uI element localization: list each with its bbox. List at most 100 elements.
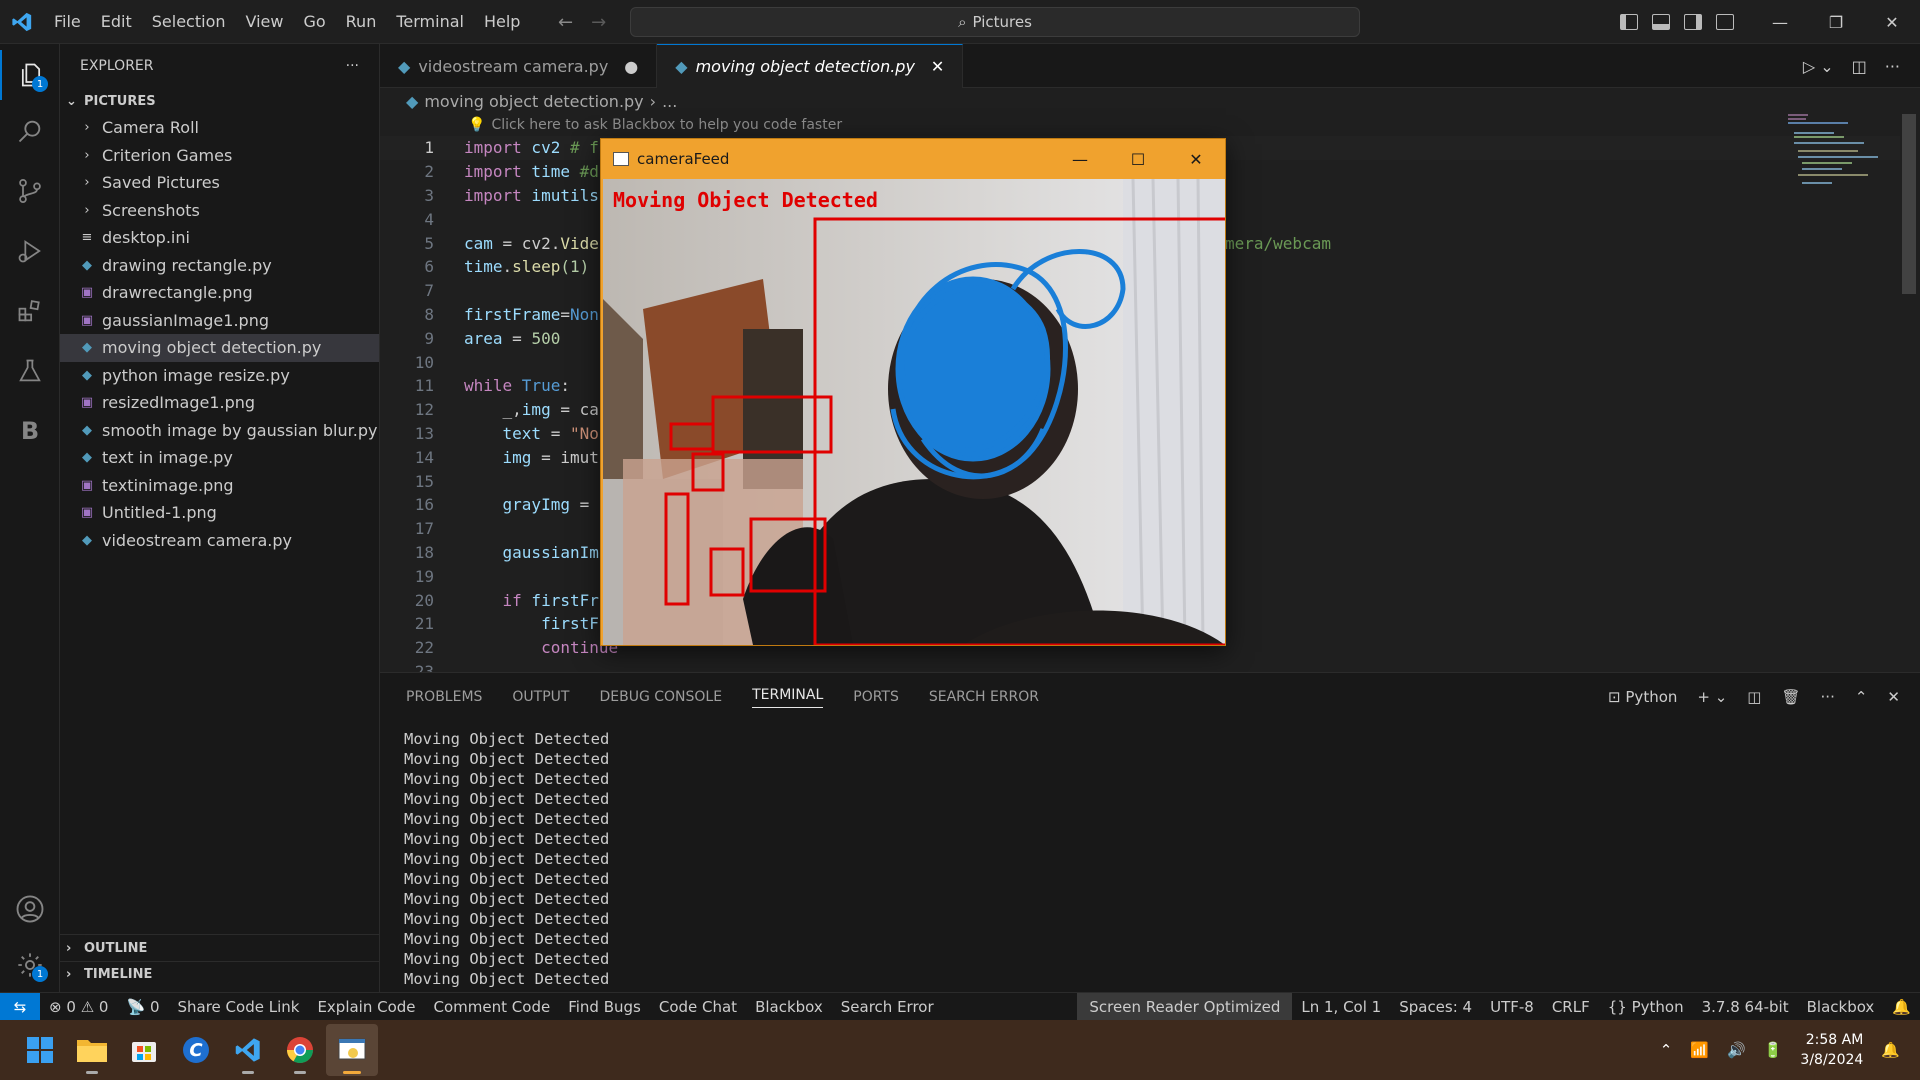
status-find-bugs[interactable]: Find Bugs bbox=[559, 998, 650, 1016]
cursor-position[interactable]: Ln 1, Col 1 bbox=[1292, 998, 1390, 1016]
wifi-icon[interactable]: 📶 bbox=[1690, 1041, 1709, 1059]
tree-file-drawrectangle-png[interactable]: ▣ drawrectangle.png bbox=[60, 279, 379, 307]
tree-folder-screenshots[interactable]: › Screenshots bbox=[60, 197, 379, 225]
split-terminal-icon[interactable]: ◫ bbox=[1747, 688, 1761, 706]
volume-icon[interactable]: 🔊 bbox=[1727, 1041, 1746, 1059]
trash-icon[interactable]: 🗑 bbox=[1781, 688, 1800, 706]
tab-terminal[interactable]: TERMINAL bbox=[752, 687, 824, 708]
camera-feed-window[interactable]: cameraFeed — ☐ ✕ Moving Object Detected bbox=[600, 138, 1226, 646]
run-debug-icon[interactable] bbox=[0, 226, 60, 276]
restore-icon[interactable]: ❐ bbox=[1808, 0, 1864, 44]
tree-folder-criterion-games[interactable]: › Criterion Games bbox=[60, 142, 379, 170]
tree-file-moving-object-detection-py[interactable]: ◆ moving object detection.py bbox=[60, 334, 379, 362]
battery-icon[interactable]: 🔋 bbox=[1764, 1041, 1783, 1059]
tab-debug-console[interactable]: DEBUG CONSOLE bbox=[599, 689, 722, 705]
breadcrumb-file[interactable]: moving object detection.py bbox=[424, 92, 643, 111]
terminal-shell-selector[interactable]: ⊡ Python bbox=[1608, 688, 1677, 706]
testing-icon[interactable] bbox=[0, 346, 60, 396]
editor-scrollbar[interactable] bbox=[1902, 114, 1916, 294]
maximize-icon[interactable]: ☐ bbox=[1109, 139, 1167, 179]
minimap[interactable] bbox=[1788, 110, 1898, 210]
tree-file-textinimage-png[interactable]: ▣ textinimage.png bbox=[60, 472, 379, 500]
explorer-icon[interactable]: 1 bbox=[0, 50, 60, 100]
tab-ports[interactable]: PORTS bbox=[853, 689, 899, 705]
python-interpreter[interactable]: 3.7.8 64-bit bbox=[1693, 998, 1798, 1016]
tree-file-drawing-rectangle-py[interactable]: ◆ drawing rectangle.py bbox=[60, 252, 379, 280]
chrome-icon[interactable] bbox=[274, 1024, 326, 1076]
windows-start-icon[interactable] bbox=[14, 1024, 66, 1076]
menu-terminal[interactable]: Terminal bbox=[386, 0, 474, 44]
file-explorer-icon[interactable] bbox=[66, 1024, 118, 1076]
menu-go[interactable]: Go bbox=[293, 0, 335, 44]
menu-view[interactable]: View bbox=[236, 0, 294, 44]
menu-run[interactable]: Run bbox=[336, 0, 387, 44]
status-code-chat[interactable]: Code Chat bbox=[650, 998, 746, 1016]
tab-search-error[interactable]: SEARCH ERROR bbox=[929, 689, 1039, 705]
menu-edit[interactable]: Edit bbox=[91, 0, 142, 44]
tree-file-text-in-image-py[interactable]: ◆ text in image.py bbox=[60, 444, 379, 472]
menu-help[interactable]: Help bbox=[474, 0, 530, 44]
tree-file-gaussianimage1-png[interactable]: ▣ gaussianImage1.png bbox=[60, 307, 379, 335]
menu-selection[interactable]: Selection bbox=[142, 0, 236, 44]
screen-reader-status[interactable]: Screen Reader Optimized bbox=[1077, 993, 1293, 1021]
tab-problems[interactable]: PROBLEMS bbox=[406, 689, 482, 705]
python-window-icon[interactable] bbox=[326, 1024, 378, 1076]
end-of-line[interactable]: CRLF bbox=[1543, 998, 1599, 1016]
status-comment-code[interactable]: Comment Code bbox=[425, 998, 560, 1016]
blackbox-hint[interactable]: 💡 Click here to ask Blackbox to help you… bbox=[468, 114, 842, 136]
ports-status[interactable]: 📡 0 bbox=[117, 998, 168, 1016]
remote-indicator-icon[interactable]: ⇆ bbox=[0, 992, 40, 1021]
tree-file-videostream-camera-py[interactable]: ◆ videostream camera.py bbox=[60, 527, 379, 555]
customize-layout-icon[interactable] bbox=[1716, 14, 1734, 30]
toggle-secondary-sidebar-icon[interactable] bbox=[1684, 14, 1702, 30]
more-editor-actions-icon[interactable]: ··· bbox=[1885, 57, 1900, 76]
status-blackbox[interactable]: Blackbox bbox=[746, 998, 832, 1016]
menu-file[interactable]: File bbox=[44, 0, 91, 44]
vscode-taskbar-icon[interactable] bbox=[222, 1024, 274, 1076]
status-explain-code[interactable]: Explain Code bbox=[308, 998, 424, 1016]
language-mode[interactable]: {} Python bbox=[1599, 998, 1693, 1016]
tree-file-smooth-image-py[interactable]: ◆ smooth image by gaussian blur.py bbox=[60, 417, 379, 445]
split-editor-icon[interactable]: ◫ bbox=[1852, 57, 1867, 76]
close-tab-icon[interactable]: ✕ bbox=[931, 57, 944, 76]
chevron-up-icon[interactable]: ⌃ bbox=[1660, 1041, 1673, 1059]
breadcrumb-rest[interactable]: ... bbox=[662, 92, 677, 111]
settings-gear-icon[interactable]: 1 bbox=[0, 940, 60, 990]
tree-file-untitled-1-png[interactable]: ▣ Untitled-1.png bbox=[60, 499, 379, 527]
cortana-c-icon[interactable]: C bbox=[170, 1024, 222, 1076]
back-arrow-icon[interactable]: ← bbox=[558, 12, 573, 33]
new-terminal-icon[interactable]: + ⌄ bbox=[1697, 688, 1727, 706]
indentation[interactable]: Spaces: 4 bbox=[1390, 998, 1481, 1016]
folder-header[interactable]: ⌄ PICTURES bbox=[60, 88, 379, 114]
modified-dot-icon[interactable]: ● bbox=[624, 57, 638, 76]
tree-file-desktop-ini[interactable]: ≡ desktop.ini bbox=[60, 224, 379, 252]
tab-moving-object-detection[interactable]: ◆ moving object detection.py ✕ bbox=[657, 44, 964, 88]
tree-file-python-image-resize-py[interactable]: ◆ python image resize.py bbox=[60, 362, 379, 390]
toggle-panel-icon[interactable] bbox=[1652, 14, 1670, 30]
more-actions-icon[interactable]: ··· bbox=[346, 58, 359, 74]
problems-status[interactable]: ⊗ 0 ⚠ 0 bbox=[40, 998, 117, 1016]
more-actions-icon[interactable]: ··· bbox=[1821, 688, 1835, 706]
terminal-output[interactable]: Moving Object Detected Moving Object Det… bbox=[404, 729, 609, 989]
source-control-icon[interactable] bbox=[0, 166, 60, 216]
toggle-sidebar-icon[interactable] bbox=[1620, 14, 1638, 30]
microsoft-store-icon[interactable] bbox=[118, 1024, 170, 1076]
tree-folder-camera-roll[interactable]: › Camera Roll bbox=[60, 114, 379, 142]
timeline-section[interactable]: › TIMELINE bbox=[60, 961, 380, 987]
encoding[interactable]: UTF-8 bbox=[1481, 998, 1543, 1016]
search-icon[interactable] bbox=[0, 106, 60, 156]
outline-section[interactable]: › OUTLINE bbox=[60, 935, 380, 961]
forward-arrow-icon[interactable]: → bbox=[591, 12, 606, 33]
blackbox-status[interactable]: Blackbox bbox=[1798, 998, 1884, 1016]
extensions-icon[interactable] bbox=[0, 286, 60, 336]
maximize-panel-icon[interactable]: ⌃ bbox=[1855, 688, 1868, 706]
clock[interactable]: 2:58 AM 3/8/2024 bbox=[1800, 1030, 1863, 1070]
run-python-icon[interactable]: ▷ ⌄ bbox=[1803, 57, 1834, 76]
tree-folder-saved-pictures[interactable]: › Saved Pictures bbox=[60, 169, 379, 197]
blackbox-icon[interactable]: B bbox=[0, 406, 60, 456]
tab-videostream-camera[interactable]: ◆ videostream camera.py ● bbox=[380, 44, 658, 88]
status-share-code-link[interactable]: Share Code Link bbox=[168, 998, 308, 1016]
tab-output[interactable]: OUTPUT bbox=[512, 689, 569, 705]
status-search-error[interactable]: Search Error bbox=[832, 998, 943, 1016]
notifications-bell-icon[interactable]: 🔔 bbox=[1883, 998, 1920, 1016]
